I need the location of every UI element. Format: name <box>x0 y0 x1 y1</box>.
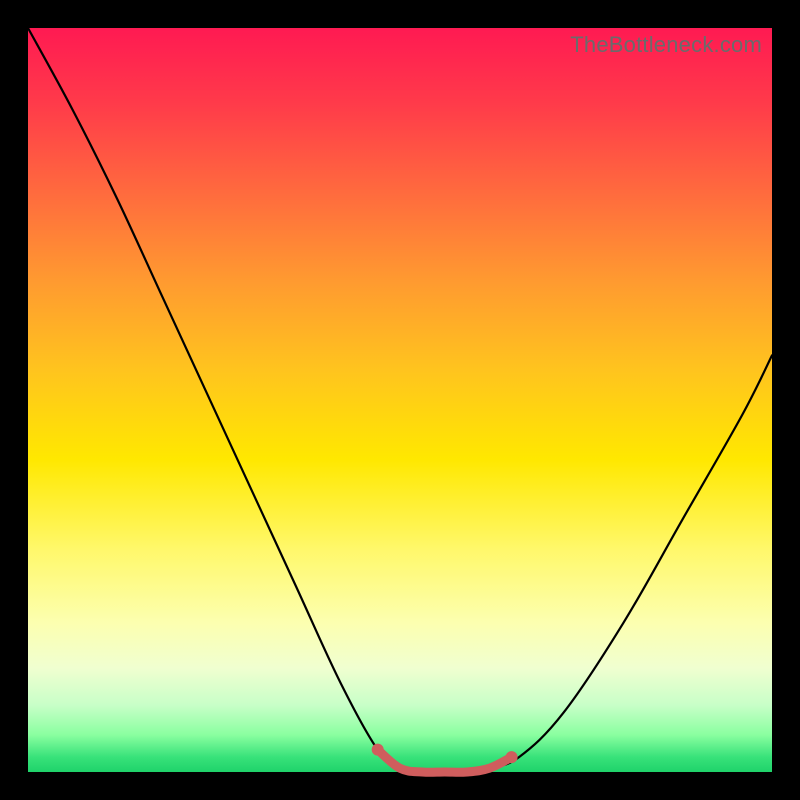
bottleneck-curve <box>28 28 772 772</box>
optimal-band-curve <box>378 750 512 773</box>
optimal-band-dot-left <box>372 744 384 756</box>
plot-area: TheBottleneck.com <box>28 28 772 772</box>
curve-svg <box>28 28 772 772</box>
chart-stage: TheBottleneck.com <box>0 0 800 800</box>
optimal-band-dot-right <box>506 751 518 763</box>
